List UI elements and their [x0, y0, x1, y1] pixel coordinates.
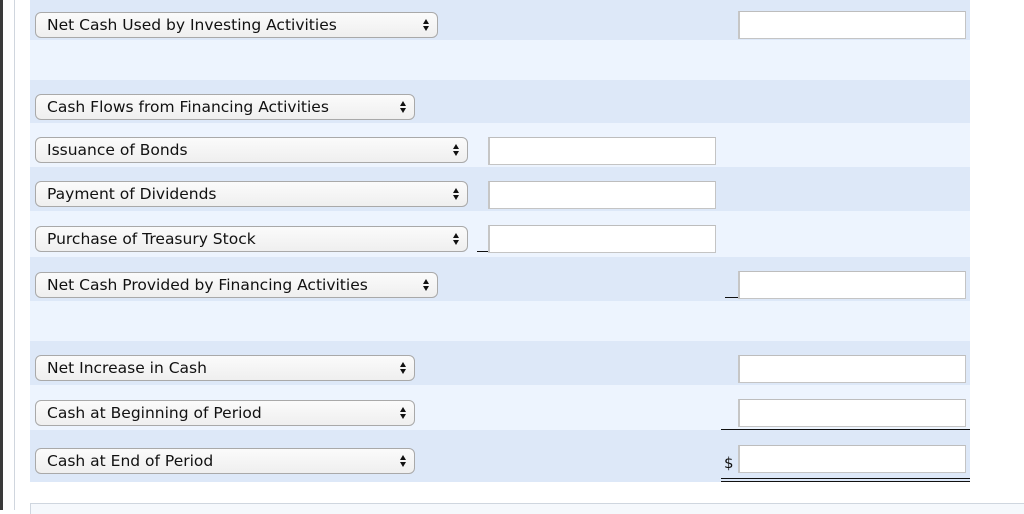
select-label: Net Cash Provided by Financing Activitie…: [47, 276, 368, 294]
select-arrows-icon: [453, 143, 460, 157]
select-financing-header[interactable]: Cash Flows from Financing Activities: [35, 94, 415, 120]
select-label: Net Cash Used by Investing Activities: [47, 16, 337, 34]
select-arrows-icon: [400, 454, 407, 468]
select-issuance-of-bonds[interactable]: Issuance of Bonds: [35, 137, 468, 163]
select-arrows-icon: [453, 187, 460, 201]
row-cash-beginning: Cash at Beginning of Period: [30, 385, 970, 430]
input-net-increase-in-cash[interactable]: [738, 355, 966, 383]
total-single-rule: [721, 429, 970, 430]
panel-left-border: [14, 0, 15, 510]
window-left-border: [0, 0, 3, 510]
row-net-cash-financing: Net Cash Provided by Financing Activitie…: [30, 257, 970, 301]
input-cash-beginning[interactable]: [738, 399, 966, 427]
input-net-cash-financing[interactable]: [738, 271, 966, 299]
row-cash-end: Cash at End of Period $: [30, 430, 970, 482]
select-arrows-icon: [400, 361, 407, 375]
select-label: Payment of Dividends: [47, 185, 217, 203]
select-label: Cash at End of Period: [47, 452, 214, 470]
select-arrows-icon: [400, 100, 407, 114]
select-payment-of-dividends[interactable]: Payment of Dividends: [35, 181, 468, 207]
total-double-rule-bottom: [721, 481, 970, 482]
next-section-panel: [30, 503, 1024, 514]
row-financing-header: Cash Flows from Financing Activities: [30, 80, 970, 123]
input-issuance-of-bonds[interactable]: [488, 137, 716, 165]
row-issuance-of-bonds: Issuance of Bonds: [30, 123, 970, 167]
select-label: Cash Flows from Financing Activities: [47, 98, 329, 116]
row-payment-of-dividends: Payment of Dividends: [30, 167, 970, 211]
select-label: Cash at Beginning of Period: [47, 404, 262, 422]
row-purchase-of-treasury-stock: Purchase of Treasury Stock: [30, 211, 970, 257]
select-purchase-of-treasury-stock[interactable]: Purchase of Treasury Stock: [35, 226, 468, 252]
total-double-rule-top: [721, 478, 970, 479]
select-net-cash-investing[interactable]: Net Cash Used by Investing Activities: [35, 12, 438, 38]
underline-mark: [725, 297, 738, 298]
input-cash-end[interactable]: [738, 445, 966, 473]
row-spacer: [30, 40, 970, 80]
underline-mark: [477, 251, 488, 252]
row-net-cash-investing: Net Cash Used by Investing Activities: [30, 0, 970, 40]
select-arrows-icon: [423, 278, 430, 292]
input-payment-of-dividends[interactable]: [488, 181, 716, 209]
input-purchase-of-treasury-stock[interactable]: [488, 225, 716, 253]
row-net-increase-in-cash: Net Increase in Cash: [30, 341, 970, 385]
select-arrows-icon: [453, 232, 460, 246]
select-cash-beginning[interactable]: Cash at Beginning of Period: [35, 400, 415, 426]
select-label: Net Increase in Cash: [47, 359, 207, 377]
select-label: Purchase of Treasury Stock: [47, 230, 256, 248]
currency-symbol: $: [724, 454, 734, 472]
select-cash-end[interactable]: Cash at End of Period: [35, 448, 415, 474]
select-net-cash-financing[interactable]: Net Cash Provided by Financing Activitie…: [35, 272, 438, 298]
select-net-increase-in-cash[interactable]: Net Increase in Cash: [35, 355, 415, 381]
select-arrows-icon: [400, 406, 407, 420]
select-label: Issuance of Bonds: [47, 141, 188, 159]
select-arrows-icon: [423, 18, 430, 32]
row-spacer: [30, 301, 970, 341]
input-net-cash-investing[interactable]: [738, 11, 966, 39]
